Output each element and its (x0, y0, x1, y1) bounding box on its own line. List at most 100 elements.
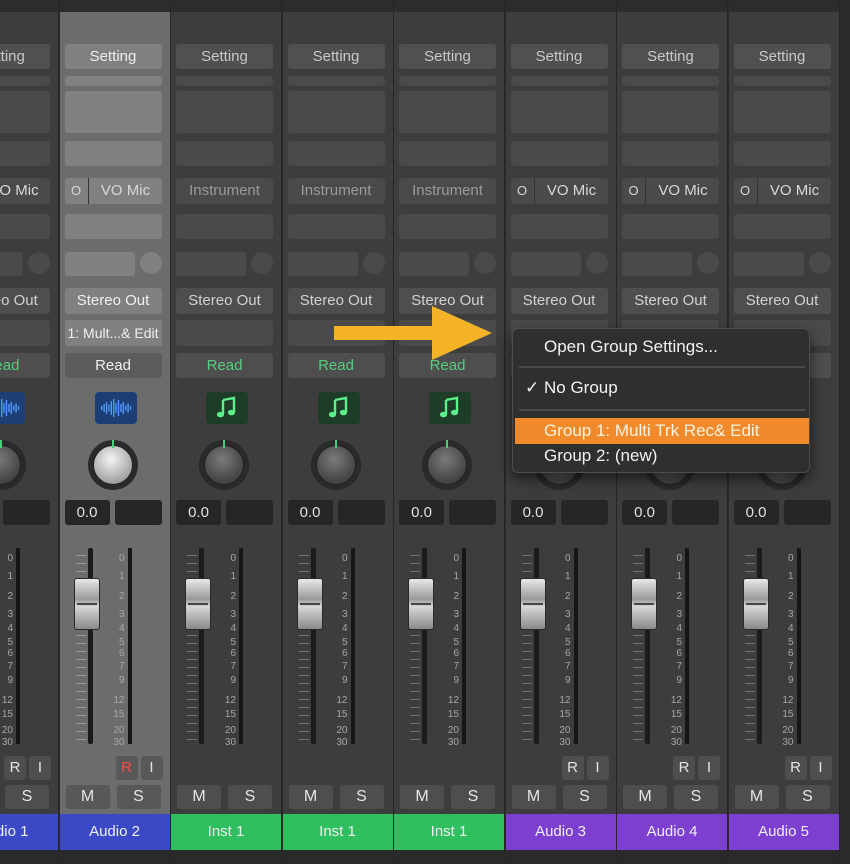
input-monitoring-button[interactable]: I (809, 756, 832, 780)
volume-readout[interactable]: 0.0 (399, 500, 444, 525)
volume-readout[interactable]: 0.0 (176, 500, 221, 525)
send-slot[interactable] (287, 252, 358, 276)
peak-readout[interactable] (783, 500, 831, 525)
solo-button[interactable]: S (116, 785, 161, 809)
audio-fx-slot[interactable] (287, 214, 385, 239)
volume-fader[interactable] (408, 578, 434, 630)
instrument-slot[interactable]: Instrument (287, 178, 385, 204)
peak-readout[interactable] (114, 500, 162, 525)
midi-fx-slot[interactable] (176, 141, 273, 166)
volume-fader[interactable] (73, 578, 100, 630)
midi-fx-slot[interactable] (510, 141, 608, 166)
output-button[interactable]: Stereo Out (0, 288, 50, 314)
send-level-knob[interactable] (697, 252, 719, 274)
input-format-button[interactable]: O (622, 178, 646, 204)
channel-strip[interactable]: Setting Instrument Stereo Out Read 0.0 0 1 2 3 4 5… (282, 0, 394, 864)
channel-strip[interactable]: SettingOVO MicStereo OutRead0.0012345679… (0, 0, 59, 864)
eq-display[interactable] (622, 91, 719, 133)
volume-fader[interactable] (742, 578, 769, 630)
record-enable-button[interactable]: R (561, 756, 584, 780)
send-level-knob[interactable] (808, 252, 831, 274)
mute-button[interactable]: M (511, 785, 556, 809)
automation-mode-button[interactable]: Read (0, 353, 50, 378)
solo-button[interactable]: S (339, 785, 384, 809)
record-enable-button[interactable]: R (673, 756, 695, 780)
input-monitoring-button[interactable]: I (29, 756, 51, 780)
send-level-knob[interactable] (362, 252, 385, 274)
send-slot[interactable] (733, 252, 804, 276)
eq-display[interactable] (176, 91, 273, 133)
setting-button[interactable]: Setting (622, 44, 719, 69)
group-slot[interactable] (176, 320, 273, 346)
record-enable-button[interactable]: R (4, 756, 26, 780)
eq-display[interactable] (399, 91, 496, 133)
volume-readout[interactable]: 0.0 (510, 500, 556, 525)
input-slot[interactable]: O VO Mic (733, 178, 831, 204)
peak-readout[interactable] (449, 500, 496, 525)
group-slot[interactable] (0, 320, 50, 346)
volume-fader[interactable] (296, 578, 323, 630)
midi-fx-slot[interactable] (733, 141, 831, 166)
solo-button[interactable]: S (451, 785, 495, 809)
pan-knob[interactable] (310, 440, 361, 490)
midi-fx-slot[interactable] (64, 141, 162, 166)
track-name[interactable]: Audio 4 (617, 814, 727, 850)
channel-strip[interactable]: Setting Instrument Stereo Out Read 0.0 0 1 2 3 4 5… (171, 0, 282, 864)
channel-strip[interactable]: Setting O VO Mic Stereo Out 1: Mult...& Edit… (59, 0, 171, 864)
midi-fx-slot[interactable] (622, 141, 719, 166)
input-format-button[interactable]: O (511, 178, 535, 204)
input-format-button[interactable]: O (65, 178, 89, 204)
track-name[interactable]: Inst 1 (394, 814, 504, 850)
mute-button[interactable]: M (734, 785, 779, 809)
volume-readout[interactable]: 0.0 (64, 500, 110, 525)
menu-item-open-group-settings[interactable]: Open Group Settings... (519, 334, 805, 360)
send-level-knob[interactable] (585, 252, 608, 274)
setting-button[interactable]: Setting (176, 44, 273, 69)
track-name[interactable]: Audio 1 (0, 814, 58, 850)
input-format-button[interactable]: O (734, 178, 758, 204)
instrument-slot[interactable]: Instrument (176, 178, 273, 204)
eq-display[interactable] (0, 91, 50, 133)
pan-knob[interactable] (199, 440, 249, 490)
input-slot[interactable]: O VO Mic (64, 178, 162, 204)
record-enable-button[interactable]: R (115, 756, 138, 780)
track-name[interactable]: Audio 5 (728, 814, 839, 850)
send-slot[interactable] (399, 252, 469, 276)
channel-strip[interactable]: Setting Instrument Stereo Out Read 0.0 0 1 2 3 4 5… (394, 0, 505, 864)
solo-button[interactable]: S (562, 785, 607, 809)
pan-knob[interactable] (0, 440, 26, 490)
input-slot[interactable]: O VO Mic (622, 178, 719, 204)
pan-knob[interactable] (87, 440, 138, 490)
peak-readout[interactable] (672, 500, 719, 525)
volume-readout[interactable]: 0.0 (287, 500, 333, 525)
automation-mode-button[interactable]: Read (176, 353, 273, 378)
menu-item-no-group[interactable]: ✓ No Group (519, 375, 805, 401)
send-slot[interactable] (64, 252, 135, 276)
audio-fx-slot[interactable] (399, 214, 496, 239)
menu-item-group-2[interactable]: Group 2: (new) (519, 443, 805, 469)
group-slot[interactable]: 1: Mult...& Edit (64, 320, 162, 346)
send-level-knob[interactable] (139, 252, 162, 274)
input-monitoring-button[interactable]: I (586, 756, 609, 780)
volume-readout[interactable]: 0.0 (733, 500, 779, 525)
solo-button[interactable]: S (674, 785, 718, 809)
send-level-knob[interactable] (251, 252, 273, 274)
setting-button[interactable]: Setting (733, 44, 831, 69)
input-monitoring-button[interactable]: I (140, 756, 163, 780)
setting-button[interactable]: Setting (399, 44, 496, 69)
midi-fx-slot[interactable] (287, 141, 385, 166)
audio-fx-slot[interactable] (64, 214, 162, 239)
menu-item-group-1[interactable]: Group 1: Multi Trk Rec& Edit (515, 418, 809, 444)
mute-button[interactable]: M (177, 785, 221, 809)
mute-button[interactable]: M (623, 785, 667, 809)
instrument-slot[interactable]: Instrument (399, 178, 496, 204)
track-name[interactable]: Audio 2 (59, 814, 170, 850)
volume-fader[interactable] (185, 578, 211, 630)
peak-readout[interactable] (560, 500, 608, 525)
send-level-knob[interactable] (28, 252, 50, 274)
track-name[interactable]: Inst 1 (171, 814, 281, 850)
input-slot[interactable]: O VO Mic (510, 178, 608, 204)
mute-button[interactable]: M (65, 785, 110, 809)
send-slot[interactable] (0, 252, 23, 276)
output-button[interactable]: Stereo Out (622, 288, 719, 314)
